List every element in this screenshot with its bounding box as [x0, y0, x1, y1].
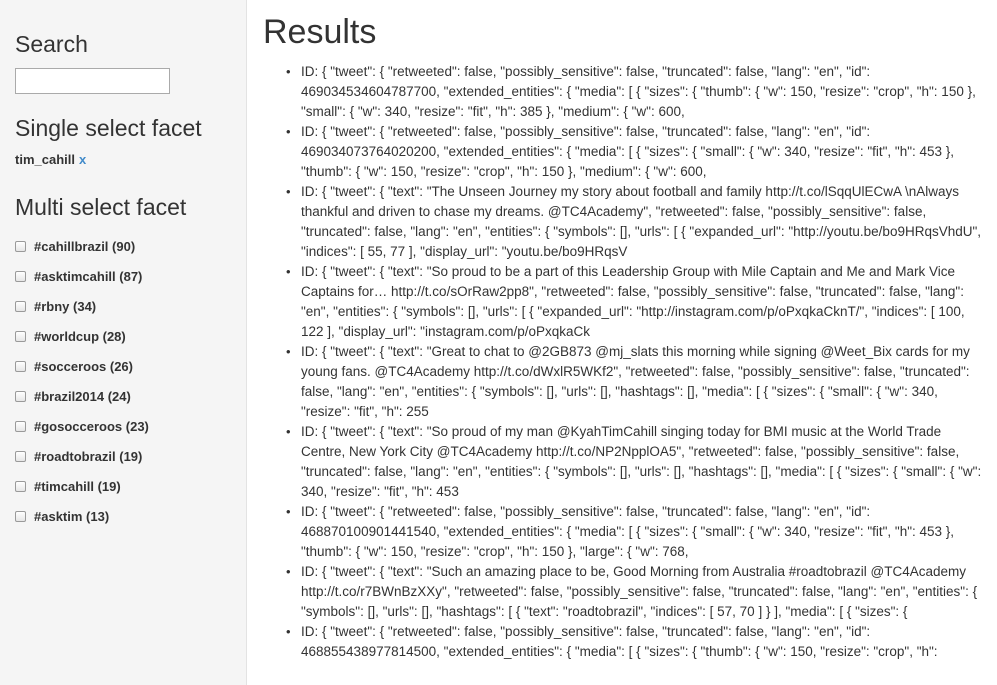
facet-label: #timcahill (19) [34, 478, 121, 494]
result-item: ID: { "tweet": { "retweeted": false, "po… [286, 502, 987, 562]
facet-item[interactable]: #brazil2014 (24) [15, 381, 231, 411]
facet-checkbox[interactable] [15, 270, 26, 282]
facet-checkbox[interactable] [15, 240, 26, 252]
page-title: Results [263, 13, 377, 51]
facet-list: #cahillbrazil (90) #asktimcahill (87) #r… [15, 231, 231, 531]
result-item: ID: { "tweet": { "text": "Such an amazin… [286, 562, 987, 622]
facet-label: #brazil2014 (24) [34, 388, 131, 404]
facet-checkbox[interactable] [15, 390, 26, 402]
facet-item[interactable]: #worldcup (28) [15, 321, 231, 351]
sidebar: Search Single select facet tim_cahill x M… [0, 0, 247, 685]
facet-label: #gosocceroos (23) [34, 418, 149, 434]
facet-item[interactable]: #gosocceroos (23) [15, 411, 231, 441]
result-item: ID: { "tweet": { "text": "So proud to be… [286, 262, 987, 342]
search-heading: Search [15, 31, 88, 57]
results-panel: Results ID: { "tweet": { "retweeted": fa… [247, 0, 997, 685]
facet-label: #cahillbrazil (90) [34, 238, 136, 254]
facet-item[interactable]: #cahillbrazil (90) [15, 231, 231, 261]
result-item: ID: { "tweet": { "text": "So proud of my… [286, 422, 987, 502]
facet-label: #rbny (34) [34, 298, 97, 314]
facet-label: #asktim (13) [34, 508, 110, 524]
result-item: ID: { "tweet": { "retweeted": false, "po… [286, 62, 987, 122]
facet-checkbox[interactable] [15, 480, 26, 492]
multi-select-heading: Multi select facet [15, 194, 187, 220]
results-list: ID: { "tweet": { "retweeted": false, "po… [263, 62, 997, 662]
result-item: ID: { "tweet": { "retweeted": false, "po… [286, 622, 987, 662]
result-item: ID: { "tweet": { "retweeted": false, "po… [286, 122, 987, 182]
facet-checkbox[interactable] [15, 510, 26, 522]
single-select-selected: tim_cahill x [15, 152, 231, 168]
result-item: ID: { "tweet": { "text": "The Unseen Jou… [286, 182, 987, 262]
facet-item[interactable]: #rbny (34) [15, 291, 231, 321]
facet-label: #roadtobrazil (19) [34, 448, 143, 464]
facet-item[interactable]: #timcahill (19) [15, 471, 231, 501]
facet-label: #socceroos (26) [34, 358, 133, 374]
facet-item[interactable]: #asktim (13) [15, 501, 231, 531]
selected-facet-label: tim_cahill [15, 152, 75, 167]
result-item: ID: { "tweet": { "text": "Great to chat … [286, 342, 987, 422]
facet-checkbox[interactable] [15, 420, 26, 432]
facet-checkbox[interactable] [15, 360, 26, 372]
facet-item[interactable]: #socceroos (26) [15, 351, 231, 381]
facet-item[interactable]: #asktimcahill (87) [15, 261, 231, 291]
facet-label: #worldcup (28) [34, 328, 126, 344]
facet-checkbox[interactable] [15, 300, 26, 312]
single-select-heading: Single select facet [15, 115, 202, 141]
facet-item[interactable]: #roadtobrazil (19) [15, 441, 231, 471]
remove-facet-button[interactable]: x [79, 152, 86, 167]
facet-label: #asktimcahill (87) [34, 268, 143, 284]
facet-checkbox[interactable] [15, 450, 26, 462]
search-input[interactable] [15, 68, 170, 94]
facet-checkbox[interactable] [15, 330, 26, 342]
